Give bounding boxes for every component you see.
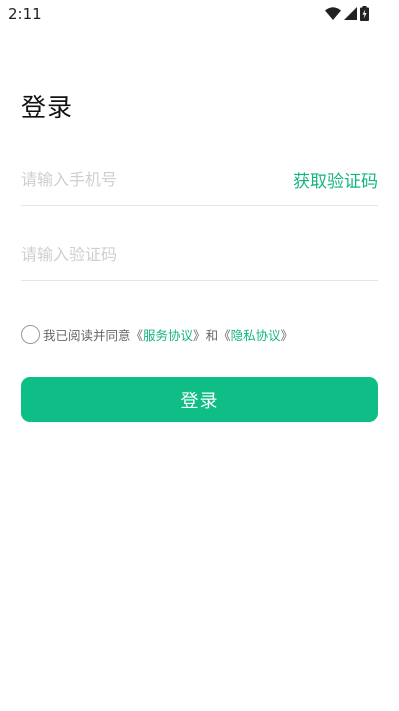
login-button[interactable]: 登录 [21,377,378,422]
status-bar: 2:11 [0,0,399,28]
get-code-button[interactable]: 获取验证码 [293,167,378,192]
agreement-checkbox[interactable] [21,325,40,344]
agreement-quote-open: 《 [218,328,231,343]
agreement-quote-open: 《 [130,328,144,343]
agreement-conjunction: 和 [205,328,219,343]
service-agreement-link[interactable]: 服务协议 [143,325,193,344]
agreement-quote-close: 》 [193,328,206,343]
privacy-agreement-link[interactable]: 隐私协议 [231,325,281,344]
page-title: 登录 [21,93,74,122]
agreement-row: 我已阅读并同意 《 服务协议 》 和 《 隐私协议 》 [21,325,293,344]
status-time: 2:11 [8,5,42,23]
login-screen: 2:11 登录 获取验证码 [0,0,399,711]
cellular-signal-icon [344,7,357,20]
phone-field: 获取验证码 [21,154,378,206]
agreement-quote-close: 》 [280,328,294,343]
wifi-icon [325,7,341,20]
verification-code-input[interactable] [21,239,271,270]
phone-input[interactable] [21,164,271,195]
code-field [21,229,378,281]
battery-charging-icon [360,6,369,21]
status-icons [325,6,369,21]
agreement-prefix: 我已阅读并同意 [43,328,131,343]
